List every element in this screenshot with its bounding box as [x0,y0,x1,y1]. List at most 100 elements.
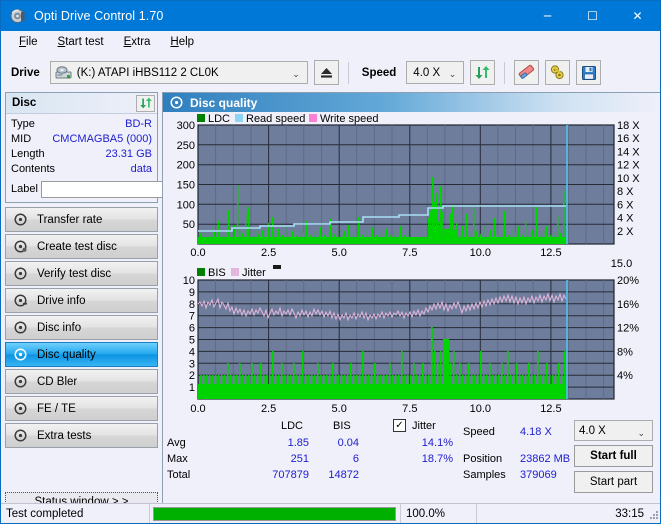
svg-text:4%: 4% [617,370,633,382]
disc-icon [14,429,27,442]
drive-value: (K:) ATAPI iHBS112 2 CL0K [77,67,219,79]
eraser-icon [517,64,536,81]
eject-button[interactable] [314,60,339,85]
jitter-checkbox[interactable]: ✓ [393,419,406,432]
plot-area-bottom [198,280,614,399]
toolbar-divider-2 [504,62,505,84]
disc-mid-value: CMCMAGBA5 (000) [52,132,152,147]
sidebar-item-cd-bler[interactable]: CD Bler [5,369,158,394]
svg-text:2: 2 [189,370,195,382]
legend-label-write-speed: Write speed [320,113,379,125]
disc-refresh-button[interactable] [136,95,155,112]
stats-total-ldc: 707879 [239,469,309,481]
svg-text:8: 8 [189,299,195,311]
legend-swatch-bis [197,268,205,276]
disc-length-value: 23.31 GB [106,147,152,162]
app-window: Opti Drive Control 1.70 ─ ☐ ✕ File Start… [0,0,661,524]
x-axis-top-continued: 15.0 [611,258,632,270]
refresh-button[interactable] [470,60,495,85]
window-title: Opti Drive Control 1.70 [34,9,163,23]
drive-icon [55,66,72,80]
main-body: Disc Type BD-R MID CMCM [1,92,660,512]
speed-label: Speed [358,67,401,79]
toolbar: Drive (K:) ATAPI iHBS112 2 CL0K ⌄ Spee [1,53,660,92]
sidebar-item-create-test-disc[interactable]: Create test disc [5,234,158,259]
menu-file[interactable]: File [10,34,47,50]
svg-text:2.5: 2.5 [261,403,276,415]
svg-text:18 X: 18 X [617,120,640,132]
erase-button[interactable] [514,60,539,85]
stats-col-bis: BIS [333,420,351,432]
start-part-button[interactable]: Start part [574,471,653,493]
start-full-button[interactable]: Start full [574,445,653,467]
progress-bar-fill [154,508,395,520]
sidebar-item-disc-info[interactable]: Disc info [5,315,158,340]
sidebar-item-disc-quality[interactable]: Disc quality [5,342,158,367]
resize-grip[interactable] [649,510,659,520]
svg-text:200: 200 [177,160,195,172]
elapsed-time: 33:15 [477,504,661,524]
refresh-icon [474,64,491,81]
save-button[interactable] [576,60,601,85]
disc-icon [14,240,27,253]
disc-icon [14,294,27,307]
tools-icon [549,64,567,81]
sidebar-item-transfer-rate[interactable]: Transfer rate [5,207,158,232]
speed-select[interactable]: 4.0 X ⌄ [406,61,464,84]
eject-icon [319,66,334,79]
svg-text:10.0: 10.0 [470,403,491,415]
close-button[interactable]: ✕ [615,1,660,31]
stats-row-max-label: Max [167,453,188,465]
legend-marker-extra [273,265,281,269]
page-title: Disc quality [190,96,257,110]
disc-icon [14,402,27,415]
menu-extra[interactable]: Extra [115,34,160,50]
svg-text:14 X: 14 X [617,146,640,158]
svg-text:12%: 12% [617,323,639,335]
menu-start-test-label: tart test [65,36,103,48]
disc-icon [14,348,27,361]
bis-jitter-chart[interactable]: 15.0 BIS Jitter [167,258,656,418]
sidebar-item-extra-tests[interactable]: Extra tests [5,423,158,448]
chevron-down-icon: ⌄ [449,69,457,80]
stats-col-ldc: LDC [281,420,303,432]
menu-file-label: ile [26,36,38,48]
legend-swatch-ldc [197,114,205,122]
menu-start-test[interactable]: Start test [49,34,113,50]
svg-text:16%: 16% [617,299,639,311]
tools-button[interactable] [545,60,570,85]
legend-label-ldc: LDC [208,113,230,125]
test-speed-select[interactable]: 4.0 X ⌄ [574,420,653,441]
disc-row-mid: MID CMCMAGBA5 (000) [11,132,152,147]
jitter-checkbox-group[interactable]: ✓ Jitter [393,419,436,432]
floppy-save-icon [581,65,597,81]
ldc-chart[interactable]: LDC Read speed Write speed [167,113,656,261]
drive-label: Drive [7,67,44,79]
charts-container: LDC Read speed Write speed [163,112,660,418]
sidebar-item-fe-te[interactable]: FE / TE [5,396,158,421]
disc-icon [14,267,27,280]
maximize-button[interactable]: ☐ [570,1,615,31]
sidebar-item-verify-test-disc[interactable]: Verify test disc [5,261,158,286]
disc-row-type: Type BD-R [11,117,152,132]
svg-text:12 X: 12 X [617,160,640,172]
stats-avg-ldc: 1.85 [259,437,309,449]
sidebar-item-drive-info[interactable]: Drive info [5,288,158,313]
svg-text:12.5: 12.5 [540,403,561,415]
svg-text:16 X: 16 X [617,133,640,145]
svg-text:10 X: 10 X [617,173,640,185]
disc-mid-label: MID [11,132,31,147]
menu-help[interactable]: Help [161,34,203,50]
samples-label: Samples [463,469,506,481]
disc-icon [170,96,183,109]
disc-label-label: Label [11,183,38,195]
chevron-down-icon: ⌄ [292,69,300,80]
menu-bar: File Start test Extra Help [1,31,660,53]
sidebar-spacer [5,448,158,488]
minimize-button[interactable]: ─ [525,1,570,31]
stats-avg-bis: 0.04 [309,437,359,449]
svg-text:100: 100 [177,199,195,211]
svg-text:7: 7 [189,311,195,323]
sidebar-item-label: CD Bler [37,376,77,388]
drive-select[interactable]: (K:) ATAPI iHBS112 2 CL0K ⌄ [50,61,308,84]
